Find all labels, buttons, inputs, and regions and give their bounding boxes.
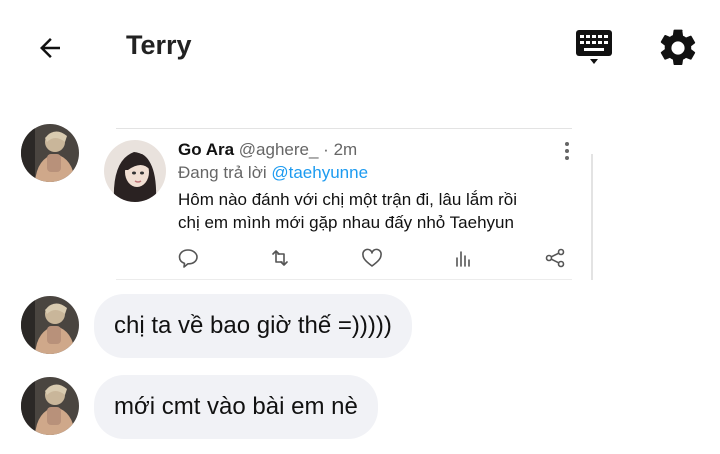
tweet-author-name[interactable]: Go Ara: [178, 140, 234, 159]
retweet-icon: [272, 250, 288, 266]
avatar[interactable]: [21, 377, 79, 435]
share-icon: [545, 248, 565, 268]
divider: [116, 128, 572, 129]
reply-mention-link[interactable]: @taehyunne: [271, 163, 368, 182]
avatar[interactable]: [21, 296, 79, 354]
bar-chart-icon: [456, 251, 470, 267]
chat-header: Terry: [0, 0, 720, 96]
shared-tweet-card[interactable]: Go Ara @aghere_ · 2m Đang trả lời @taehy…: [94, 128, 594, 280]
divider: [591, 154, 593, 280]
separator-dot: ·: [323, 140, 329, 159]
settings-button[interactable]: [656, 26, 700, 70]
divider: [116, 279, 572, 280]
tweet-author-line: Go Ara @aghere_ · 2m: [178, 140, 357, 160]
avatar-photo: [21, 377, 79, 435]
heart-icon: [362, 248, 382, 267]
reply-context: Đang trả lời @taehyunne: [178, 163, 368, 183]
avatar-photo: [21, 296, 79, 354]
like-button[interactable]: [360, 246, 384, 270]
arrow-left-icon: [40, 38, 60, 58]
tweet-time: 2m: [333, 140, 358, 159]
tweet-text: Hôm nào đánh với chị một trận đi, lâu lắ…: [178, 188, 568, 234]
more-options-button[interactable]: [560, 140, 574, 162]
retweet-button[interactable]: [268, 246, 292, 270]
keyboard-button[interactable]: [572, 26, 616, 70]
share-button[interactable]: [543, 246, 567, 270]
tweet-author-handle[interactable]: @aghere_: [239, 140, 319, 159]
message-bubble[interactable]: chị ta về bao giờ thế =))))): [94, 294, 412, 358]
tweet-text-line: chị em mình mới gặp nhau đấy nhỏ Taehyun: [178, 213, 514, 232]
avatar[interactable]: [21, 124, 79, 182]
gear-icon: [660, 29, 696, 66]
more-vertical-icon: [565, 142, 569, 160]
back-button[interactable]: [30, 28, 70, 68]
comment-icon: [178, 249, 198, 268]
tweet-author-avatar[interactable]: [104, 140, 166, 202]
reply-prefix: Đang trả lời: [178, 163, 267, 182]
avatar-photo: [104, 140, 166, 202]
tweet-text-line: Hôm nào đánh với chị một trận đi, lâu lắ…: [178, 190, 518, 209]
stats-button[interactable]: [451, 246, 475, 270]
message-bubble[interactable]: mới cmt vào bài em nè: [94, 375, 378, 439]
reply-button[interactable]: [176, 246, 200, 270]
avatar-photo: [21, 124, 79, 182]
conversation-title: Terry: [126, 30, 192, 60]
keyboard-icon: [576, 30, 612, 64]
